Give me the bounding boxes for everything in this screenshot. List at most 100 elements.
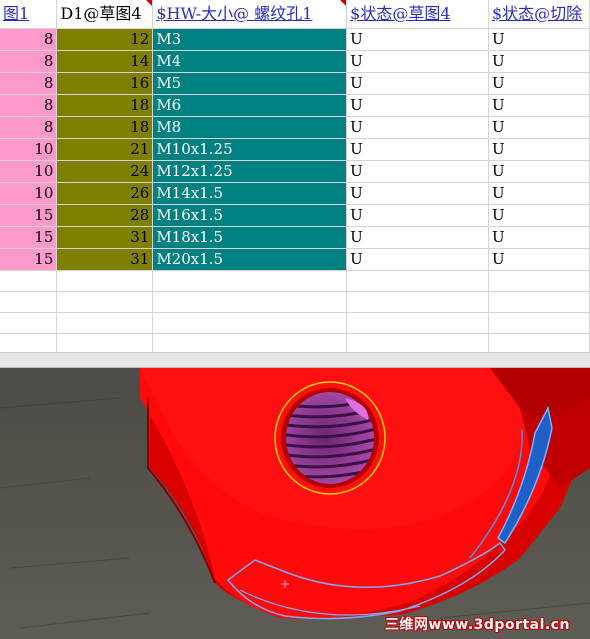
empty-cell[interactable] xyxy=(488,270,590,292)
table-cell[interactable]: 16 xyxy=(56,72,154,95)
table-cell[interactable]: 26 xyxy=(56,182,154,205)
empty-cell[interactable] xyxy=(488,333,590,352)
design-table-sheet: 图1 D1@草图4 $HW-大小@ 螺纹孔1 $状态@草图4 $状态@切除 8 12 M3 U U… xyxy=(0,0,590,352)
table-cell[interactable]: U xyxy=(488,182,590,205)
table-cell[interactable]: U xyxy=(346,182,489,205)
table-cell[interactable]: M14x1.5 xyxy=(152,182,348,205)
empty-cell[interactable] xyxy=(152,333,348,352)
table-cell[interactable]: 18 xyxy=(56,116,154,139)
table-cell[interactable]: M4 xyxy=(152,50,348,73)
table-cell[interactable]: 31 xyxy=(56,226,154,249)
column-header-4[interactable]: $状态@草图4 xyxy=(346,0,489,29)
table-cell[interactable]: M18x1.5 xyxy=(152,226,348,249)
table-cell[interactable]: U xyxy=(488,226,590,249)
empty-cell[interactable] xyxy=(346,312,489,334)
empty-row xyxy=(0,291,590,313)
empty-cell[interactable] xyxy=(0,312,58,334)
table-cell[interactable]: 8 xyxy=(0,116,58,139)
design-table: 图1 D1@草图4 $HW-大小@ 螺纹孔1 $状态@草图4 $状态@切除 8 12 M3 U U… xyxy=(0,0,590,352)
table-cell[interactable]: 18 xyxy=(56,94,154,117)
table-cell[interactable]: 8 xyxy=(0,72,58,95)
empty-cell[interactable] xyxy=(0,270,58,292)
table-row: 15 28 M16x1.5 U U xyxy=(0,204,590,227)
table-cell[interactable]: 10 xyxy=(0,138,58,161)
table-cell[interactable]: U xyxy=(346,248,489,271)
empty-cell[interactable] xyxy=(488,291,590,313)
table-cell[interactable]: 15 xyxy=(0,204,58,227)
table-cell[interactable]: 31 xyxy=(56,248,154,271)
empty-cell[interactable] xyxy=(0,333,58,352)
table-cell[interactable]: M10x1.25 xyxy=(152,138,348,161)
table-cell[interactable]: 10 xyxy=(0,182,58,205)
watermark-logo: 三维网www.3dportal.cn xyxy=(384,617,570,633)
table-cell[interactable]: 28 xyxy=(56,204,154,227)
empty-row xyxy=(0,312,590,334)
table-cell[interactable]: U xyxy=(488,50,590,73)
table-cell[interactable]: U xyxy=(346,72,489,95)
table-row: 10 24 M12x1.25 U U xyxy=(0,160,590,183)
empty-cell[interactable] xyxy=(152,270,348,292)
column-header-2[interactable]: D1@草图4 xyxy=(56,0,154,29)
table-row: 8 14 M4 U U xyxy=(0,50,590,73)
table-cell[interactable]: U xyxy=(346,28,489,51)
table-cell[interactable]: 21 xyxy=(56,138,154,161)
table-row: 8 18 M8 U U xyxy=(0,116,590,139)
table-cell[interactable]: 10 xyxy=(0,160,58,183)
empty-row xyxy=(0,333,590,352)
empty-row xyxy=(0,270,590,292)
table-cell[interactable]: U xyxy=(346,94,489,117)
table-cell[interactable]: M8 xyxy=(152,116,348,139)
empty-cell[interactable] xyxy=(152,291,348,313)
table-cell[interactable]: 15 xyxy=(0,226,58,249)
table-row: 8 12 M3 U U xyxy=(0,28,590,51)
table-row: 8 16 M5 U U xyxy=(0,72,590,95)
table-cell[interactable]: U xyxy=(488,28,590,51)
table-cell[interactable]: 8 xyxy=(0,94,58,117)
table-row: 10 21 M10x1.25 U U xyxy=(0,138,590,161)
table-cell[interactable]: M6 xyxy=(152,94,348,117)
table-row: 15 31 M20x1.5 U U xyxy=(0,248,590,271)
table-cell[interactable]: U xyxy=(488,248,590,271)
table-cell[interactable]: 24 xyxy=(56,160,154,183)
empty-cell[interactable] xyxy=(488,312,590,334)
empty-cell[interactable] xyxy=(346,333,489,352)
empty-cell[interactable] xyxy=(0,291,58,313)
empty-cell[interactable] xyxy=(56,333,154,352)
empty-cell[interactable] xyxy=(56,312,154,334)
model-render[interactable] xyxy=(0,368,590,639)
empty-cell[interactable] xyxy=(346,291,489,313)
empty-cell[interactable] xyxy=(346,270,489,292)
table-cell[interactable]: M5 xyxy=(152,72,348,95)
table-cell[interactable]: U xyxy=(488,160,590,183)
table-cell[interactable]: 15 xyxy=(0,248,58,271)
table-row: 15 31 M18x1.5 U U xyxy=(0,226,590,249)
table-cell[interactable]: U xyxy=(346,226,489,249)
table-row: 10 26 M14x1.5 U U xyxy=(0,182,590,205)
table-cell[interactable]: M16x1.5 xyxy=(152,204,348,227)
table-cell[interactable]: U xyxy=(488,72,590,95)
table-cell[interactable]: U xyxy=(346,50,489,73)
table-cell[interactable]: U xyxy=(346,138,489,161)
table-cell[interactable]: U xyxy=(488,204,590,227)
table-cell[interactable]: U xyxy=(346,204,489,227)
column-header-3[interactable]: $HW-大小@ 螺纹孔1 xyxy=(152,0,348,29)
table-cell[interactable]: U xyxy=(488,116,590,139)
table-cell[interactable]: U xyxy=(346,160,489,183)
table-cell[interactable]: M20x1.5 xyxy=(152,248,348,271)
3d-model-viewport[interactable]: 三维网www.3dportal.cn xyxy=(0,368,590,639)
table-cell[interactable]: U xyxy=(488,138,590,161)
table-cell[interactable]: U xyxy=(488,94,590,117)
column-header-1[interactable]: 图1 xyxy=(0,0,58,29)
table-cell[interactable]: 8 xyxy=(0,28,58,51)
empty-cell[interactable] xyxy=(56,291,154,313)
table-cell[interactable]: U xyxy=(346,116,489,139)
pane-divider[interactable] xyxy=(0,352,590,368)
table-cell[interactable]: 14 xyxy=(56,50,154,73)
empty-cell[interactable] xyxy=(152,312,348,334)
column-header-5[interactable]: $状态@切除 xyxy=(488,0,590,29)
table-cell[interactable]: 8 xyxy=(0,50,58,73)
table-cell[interactable]: M3 xyxy=(152,28,348,51)
empty-cell[interactable] xyxy=(56,270,154,292)
table-cell[interactable]: 12 xyxy=(56,28,154,51)
table-cell[interactable]: M12x1.25 xyxy=(152,160,348,183)
